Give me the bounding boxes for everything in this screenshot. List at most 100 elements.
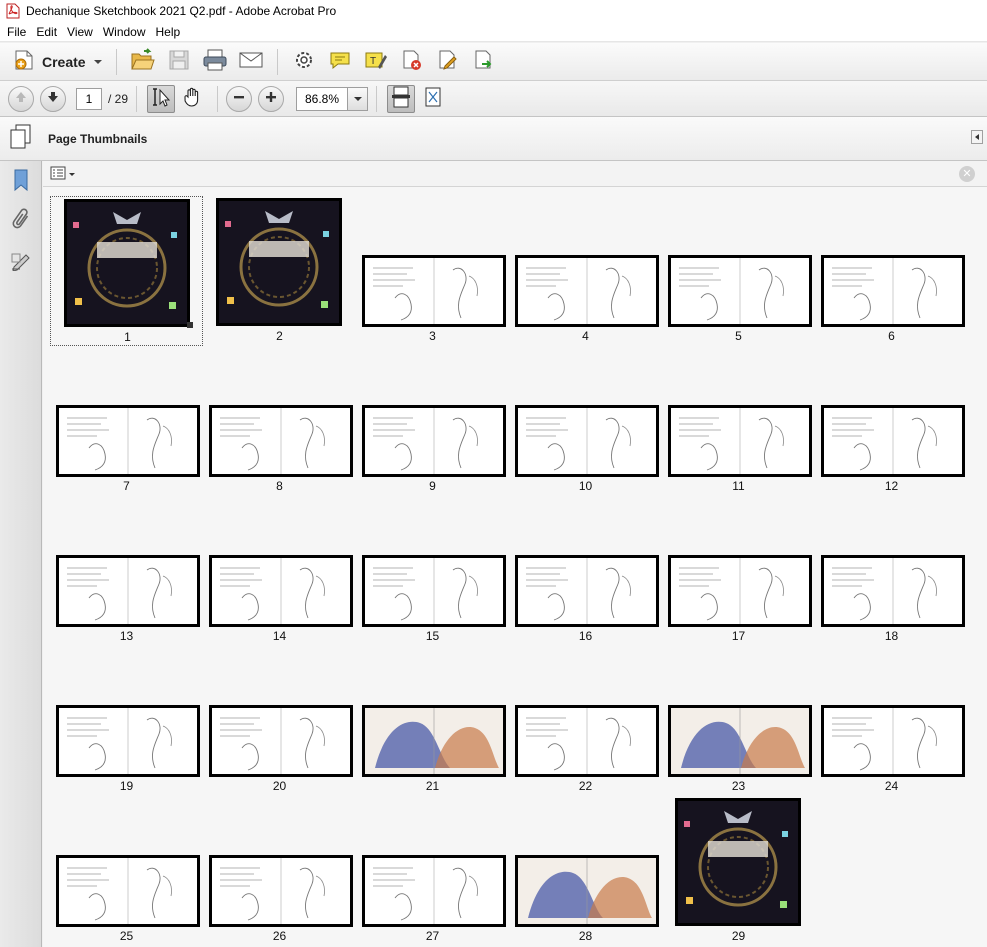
thumbnail-options-button[interactable] [50, 166, 75, 183]
page-thumbnail[interactable]: 24 [815, 646, 968, 796]
toolbar-divider [217, 85, 219, 112]
page-number-label: 25 [119, 929, 134, 943]
page-number-label: 10 [578, 479, 593, 493]
page-preview-image [216, 198, 342, 326]
page-number-label: 5 [735, 329, 742, 343]
delete-page-button[interactable] [397, 47, 427, 77]
save-button[interactable] [164, 47, 194, 77]
export-button[interactable] [469, 47, 499, 77]
page-thumbnail[interactable]: 9 [356, 346, 509, 496]
page-thumbnail[interactable]: 1 [50, 196, 203, 346]
page-thumbnail[interactable]: 28 [509, 796, 662, 946]
select-tool-button[interactable] [147, 84, 176, 113]
menu-edit[interactable]: Edit [31, 22, 62, 42]
settings-button[interactable] [289, 47, 319, 77]
page-thumbnail[interactable]: 18 [815, 496, 968, 646]
menu-help[interactable]: Help [151, 22, 186, 42]
page-thumbnail[interactable]: 12 [815, 346, 968, 496]
signatures-button[interactable] [0, 241, 42, 281]
page-thumbnail[interactable]: 11 [662, 346, 815, 496]
page-preview-image [56, 855, 200, 927]
scrollbar[interactable] [979, 187, 987, 947]
menu-window[interactable]: Window [98, 22, 151, 42]
page-thumbnail[interactable]: 3 [356, 196, 509, 346]
open-folder-icon [130, 48, 156, 75]
print-button[interactable] [200, 47, 230, 77]
page-preview-image [362, 705, 506, 777]
zoom-dropdown-button[interactable] [348, 86, 369, 111]
page-thumbnail[interactable]: 25 [50, 796, 203, 946]
scrolling-mode-button[interactable] [387, 84, 416, 113]
page-preview-image [64, 199, 190, 327]
page-thumbnail[interactable]: 20 [203, 646, 356, 796]
create-button[interactable]: Create [10, 48, 108, 76]
menu-file[interactable]: File [2, 22, 31, 42]
page-thumbnail[interactable]: 29 [662, 796, 815, 946]
main-toolbar: Create T [0, 43, 987, 81]
page-thumbnail[interactable]: 2 [203, 196, 356, 346]
email-button[interactable] [236, 47, 266, 77]
attachments-button[interactable] [0, 201, 42, 241]
toolbar-divider [376, 85, 378, 112]
previous-page-button[interactable] [8, 85, 34, 112]
page-thumbnail[interactable]: 6 [815, 196, 968, 346]
comment-button[interactable] [325, 47, 355, 77]
close-thumbnails-button[interactable]: ✕ [959, 166, 975, 182]
page-thumbnail[interactable]: 16 [509, 496, 662, 646]
page-preview-image [209, 855, 353, 927]
highlight-button[interactable]: T [361, 47, 391, 77]
page-thumbnail[interactable]: 26 [203, 796, 356, 946]
page-thumbnail[interactable]: 7 [50, 346, 203, 496]
selection-handle[interactable] [187, 322, 193, 328]
page-number-label: 14 [272, 629, 287, 643]
page-thumbnail[interactable]: 8 [203, 346, 356, 496]
page-preview-image [56, 705, 200, 777]
hand-tool-button[interactable] [179, 85, 207, 113]
page-number-label: 16 [578, 629, 593, 643]
signature-pen-icon [10, 249, 32, 274]
page-thumbnail[interactable]: 17 [662, 496, 815, 646]
page-preview-image [515, 705, 659, 777]
page-thumbnail[interactable]: 5 [662, 196, 815, 346]
page-preview-image [209, 705, 353, 777]
next-page-button[interactable] [40, 85, 66, 112]
zoom-out-button[interactable] [226, 85, 253, 112]
page-thumbnail[interactable]: 4 [509, 196, 662, 346]
page-thumbnails-pane-button[interactable] [0, 117, 40, 161]
page-thumbnail[interactable]: 19 [50, 646, 203, 796]
open-button[interactable] [128, 47, 158, 77]
page-thumbnail[interactable]: 14 [203, 496, 356, 646]
page-preview-image [515, 405, 659, 477]
email-icon [238, 50, 264, 73]
minus-icon [233, 91, 245, 106]
page-number-label: 13 [119, 629, 134, 643]
page-preview-image [362, 255, 506, 327]
pages-icon [8, 124, 32, 153]
page-thumbnail[interactable]: 27 [356, 796, 509, 946]
page-number-label: 8 [276, 479, 283, 493]
panel-header: Page Thumbnails [0, 117, 987, 161]
zoom-level-input[interactable]: 86.8% [296, 86, 349, 111]
paperclip-icon [12, 207, 30, 236]
page-thumbnail[interactable]: 13 [50, 496, 203, 646]
collapse-panel-button[interactable] [971, 130, 983, 144]
arrow-down-icon [46, 90, 60, 107]
zoom-in-button[interactable] [258, 85, 285, 112]
close-icon: ✕ [962, 168, 972, 180]
fit-page-button[interactable] [419, 85, 447, 113]
settings-gear-icon [293, 49, 315, 74]
page-thumbnail[interactable]: 10 [509, 346, 662, 496]
page-thumbnail[interactable]: 21 [356, 646, 509, 796]
page-number-label: 7 [123, 479, 130, 493]
menu-view[interactable]: View [62, 22, 98, 42]
bookmarks-button[interactable] [0, 161, 42, 201]
toolbar-divider [115, 48, 117, 75]
page-thumbnail[interactable]: 15 [356, 496, 509, 646]
page-number-input[interactable]: 1 [76, 87, 102, 110]
highlight-text-icon: T [364, 49, 388, 74]
acrobat-pdf-icon [6, 3, 20, 19]
edit-page-button[interactable] [433, 47, 463, 77]
edit-page-icon [437, 49, 459, 74]
page-thumbnail[interactable]: 23 [662, 646, 815, 796]
page-thumbnail[interactable]: 22 [509, 646, 662, 796]
